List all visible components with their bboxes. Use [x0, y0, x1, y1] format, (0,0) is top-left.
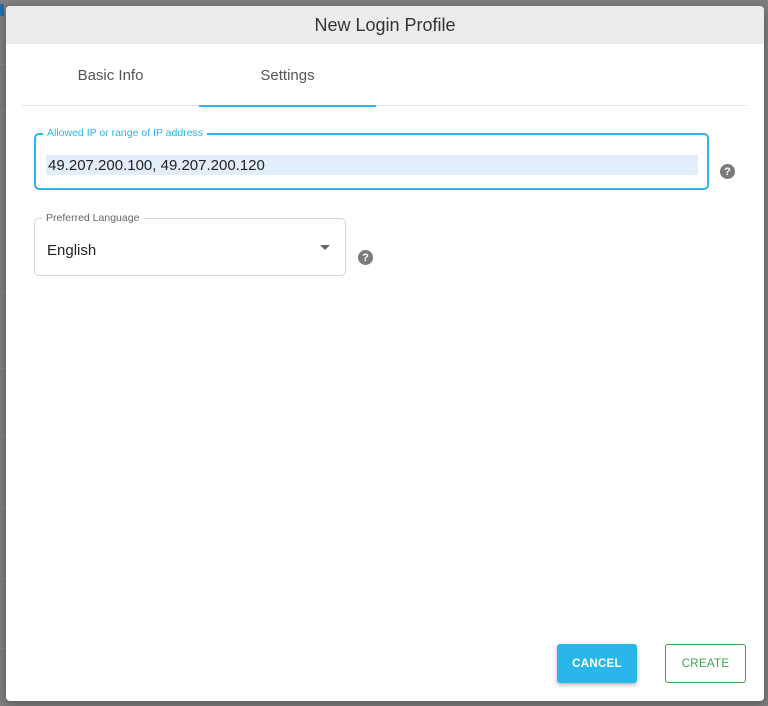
- tab-bar: Basic Info Settings: [22, 44, 747, 107]
- allowed-ip-input[interactable]: [46, 155, 698, 175]
- preferred-language-label: Preferred Language: [42, 211, 144, 225]
- preferred-language-value: English: [47, 242, 97, 259]
- dialog-title: New Login Profile: [314, 14, 456, 35]
- login-profile-dialog: New Login Profile Basic Info Settings Al…: [6, 6, 764, 701]
- background-app-marker: [0, 4, 4, 16]
- help-icon[interactable]: ?: [358, 250, 373, 265]
- cancel-button[interactable]: CANCEL: [557, 644, 637, 683]
- dialog-header: New Login Profile: [6, 6, 764, 44]
- tab-basic-info[interactable]: Basic Info: [22, 44, 199, 106]
- allowed-ip-field: Allowed IP or range of IP address: [34, 126, 709, 190]
- allowed-ip-label: Allowed IP or range of IP address: [43, 126, 208, 140]
- help-icon[interactable]: ?: [720, 164, 735, 179]
- tab-settings[interactable]: Settings: [199, 44, 376, 107]
- create-button[interactable]: CREATE: [665, 644, 746, 683]
- preferred-language-select[interactable]: Preferred Language English: [34, 211, 346, 276]
- chevron-down-icon: [320, 245, 330, 250]
